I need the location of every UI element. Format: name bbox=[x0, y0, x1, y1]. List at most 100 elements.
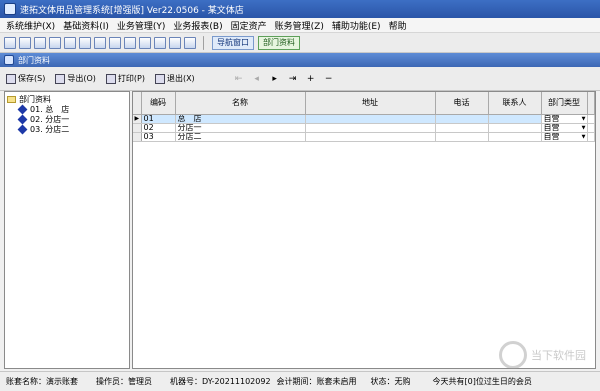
cell-address[interactable] bbox=[305, 114, 436, 124]
dept-node-icon bbox=[17, 114, 28, 124]
toolbar-icon-11[interactable] bbox=[154, 36, 166, 49]
tree-item[interactable]: 03. 分店二 bbox=[7, 124, 127, 134]
toolbar-icon-2[interactable] bbox=[19, 36, 31, 49]
header-indicator bbox=[133, 92, 142, 115]
tree-item-label: 03. 分店二 bbox=[30, 124, 70, 134]
first-record-icon[interactable]: ⇤ bbox=[233, 74, 245, 84]
save-icon bbox=[6, 73, 16, 84]
exit-label: 退出(X) bbox=[166, 74, 195, 83]
header-dept-type[interactable]: 部门类型 bbox=[541, 92, 588, 115]
toolbar-icon-5[interactable] bbox=[64, 36, 76, 49]
cell-phone[interactable] bbox=[435, 114, 489, 124]
cell-dept-type[interactable]: 自营 ▼ bbox=[541, 123, 588, 133]
dept-window-titlebar: 部门资料 bbox=[0, 53, 600, 67]
cell-code[interactable]: 02 bbox=[141, 123, 176, 133]
watermark-text: 当下软件园 bbox=[531, 349, 586, 362]
table-row[interactable]: 02 分店一 自营 ▼ bbox=[133, 123, 595, 133]
toolbar-icon-7[interactable] bbox=[94, 36, 106, 49]
menu-assets[interactable]: 固定资产 bbox=[231, 19, 267, 32]
export-button[interactable]: 导出(O) bbox=[55, 73, 96, 84]
dept-tab-button[interactable]: 部门资料 bbox=[258, 35, 300, 50]
cell-dept-type[interactable]: 自营 ▼ bbox=[541, 114, 588, 124]
table-row[interactable]: 03 分店二 自营 ▼ bbox=[133, 132, 595, 142]
dept-type-value: 自营 bbox=[543, 123, 560, 132]
status-bar: 账套名称：演示账套 操作员：管理员 机器号：DY-20211102092 会计期… bbox=[0, 371, 600, 391]
toolbar-icon-13[interactable] bbox=[184, 36, 196, 49]
toolbar-icon-10[interactable] bbox=[139, 36, 151, 49]
window-title: 速拓文体用品管理系统[增强版] Ver22.0506 - 某文体店 bbox=[20, 5, 244, 16]
watermark: 当下软件园 bbox=[499, 341, 586, 369]
header-address[interactable]: 地址 bbox=[305, 92, 436, 115]
menu-help[interactable]: 帮助 bbox=[389, 19, 407, 32]
toolbar-icon-1[interactable] bbox=[4, 36, 16, 49]
add-record-icon[interactable]: + bbox=[305, 74, 317, 84]
toolbar-separator bbox=[203, 35, 204, 50]
window-icon bbox=[4, 55, 14, 65]
app-icon bbox=[4, 3, 16, 15]
cell-contact[interactable] bbox=[488, 132, 542, 142]
toolbar-icon-6[interactable] bbox=[79, 36, 91, 49]
cell-name[interactable]: 分店二 bbox=[175, 132, 306, 142]
dropdown-arrow-icon[interactable]: ▼ bbox=[582, 124, 586, 132]
export-icon bbox=[55, 73, 66, 84]
cell-dept-type[interactable]: 自营 ▼ bbox=[541, 132, 588, 142]
menu-bar: 系统维护(X) 基础资料(I) 业务管理(Y) 业务报表(B) 固定资产 账务管… bbox=[0, 18, 600, 33]
header-name[interactable]: 名称 bbox=[175, 92, 306, 115]
cell-filler bbox=[587, 123, 595, 133]
table-row[interactable]: ▶ 01 总 店 自营 ▼ bbox=[133, 114, 595, 124]
last-record-icon[interactable]: ⇥ bbox=[287, 74, 299, 84]
dropdown-arrow-icon[interactable]: ▼ bbox=[582, 133, 586, 141]
cell-address[interactable] bbox=[305, 123, 436, 133]
dept-grid[interactable]: 编码 名称 地址 电话 联系人 部门类型 ▶ 01 总 店 自营 ▼ 02 分店… bbox=[132, 91, 596, 369]
menu-basic[interactable]: 基础资料(I) bbox=[63, 19, 109, 32]
exit-button[interactable]: 退出(X) bbox=[154, 73, 195, 84]
nav-window-button[interactable]: 导航窗口 bbox=[212, 35, 254, 50]
cell-code[interactable]: 01 bbox=[141, 114, 176, 124]
save-button[interactable]: 保存(S) bbox=[6, 73, 45, 84]
tree-item[interactable]: 02. 分店一 bbox=[7, 114, 127, 124]
dept-content: 部门资料 01. 总 店 02. 分店一 03. 分店二 编码 名称 地址 电话… bbox=[4, 91, 596, 369]
cell-filler bbox=[587, 132, 595, 142]
cell-filler bbox=[587, 114, 595, 124]
print-button[interactable]: 打印(P) bbox=[105, 73, 145, 84]
status-account: 账套名称：演示账套 bbox=[6, 377, 78, 386]
print-icon bbox=[105, 73, 116, 84]
menu-accounts[interactable]: 账务管理(Z) bbox=[275, 19, 324, 32]
tree-root[interactable]: 部门资料 bbox=[7, 94, 127, 104]
toolbar-icon-9[interactable] bbox=[124, 36, 136, 49]
next-record-icon[interactable]: ▸ bbox=[269, 74, 281, 84]
header-filler bbox=[587, 92, 595, 115]
cell-code[interactable]: 03 bbox=[141, 132, 176, 142]
menu-system[interactable]: 系统维护(X) bbox=[6, 19, 55, 32]
dept-tree[interactable]: 部门资料 01. 总 店 02. 分店一 03. 分店二 bbox=[4, 91, 130, 369]
cell-name[interactable]: 分店一 bbox=[175, 123, 306, 133]
header-phone[interactable]: 电话 bbox=[435, 92, 489, 115]
cell-phone[interactable] bbox=[435, 123, 489, 133]
cell-contact[interactable] bbox=[488, 123, 542, 133]
toolbar-icon-3[interactable] bbox=[34, 36, 46, 49]
tree-item[interactable]: 01. 总 店 bbox=[7, 104, 127, 114]
prev-record-icon[interactable]: ◂ bbox=[251, 74, 263, 84]
dept-toolbar: 保存(S) 导出(O) 打印(P) 退出(X) ⇤ ◂ ▸ ⇥ + − bbox=[0, 67, 600, 91]
toolbar-icon-4[interactable] bbox=[49, 36, 61, 49]
header-code[interactable]: 编码 bbox=[141, 92, 176, 115]
menu-business[interactable]: 业务管理(Y) bbox=[117, 19, 166, 32]
header-contact[interactable]: 联系人 bbox=[488, 92, 542, 115]
dept-window: 部门资料 保存(S) 导出(O) 打印(P) 退出(X) ⇤ ◂ ▸ ⇥ + −… bbox=[0, 53, 600, 371]
toolbar-icon-8[interactable] bbox=[109, 36, 121, 49]
cell-contact[interactable] bbox=[488, 114, 542, 124]
cell-name[interactable]: 总 店 bbox=[175, 114, 306, 124]
cell-address[interactable] bbox=[305, 132, 436, 142]
dept-table: 编码 名称 地址 电话 联系人 部门类型 ▶ 01 总 店 自营 ▼ 02 分店… bbox=[133, 92, 595, 142]
toolbar-icon-12[interactable] bbox=[169, 36, 181, 49]
delete-record-icon[interactable]: − bbox=[323, 74, 335, 84]
folder-icon bbox=[7, 95, 16, 103]
dept-type-value: 自营 bbox=[543, 132, 560, 141]
cell-phone[interactable] bbox=[435, 132, 489, 142]
dropdown-arrow-icon[interactable]: ▼ bbox=[582, 115, 586, 123]
menu-reports[interactable]: 业务报表(B) bbox=[173, 19, 222, 32]
export-label: 导出(O) bbox=[67, 74, 96, 83]
menu-auxiliary[interactable]: 辅助功能(E) bbox=[332, 19, 381, 32]
status-machine: 机器号：DY-20211102092 bbox=[170, 377, 271, 386]
status-period: 会计期间：账套未启用 bbox=[276, 377, 357, 386]
